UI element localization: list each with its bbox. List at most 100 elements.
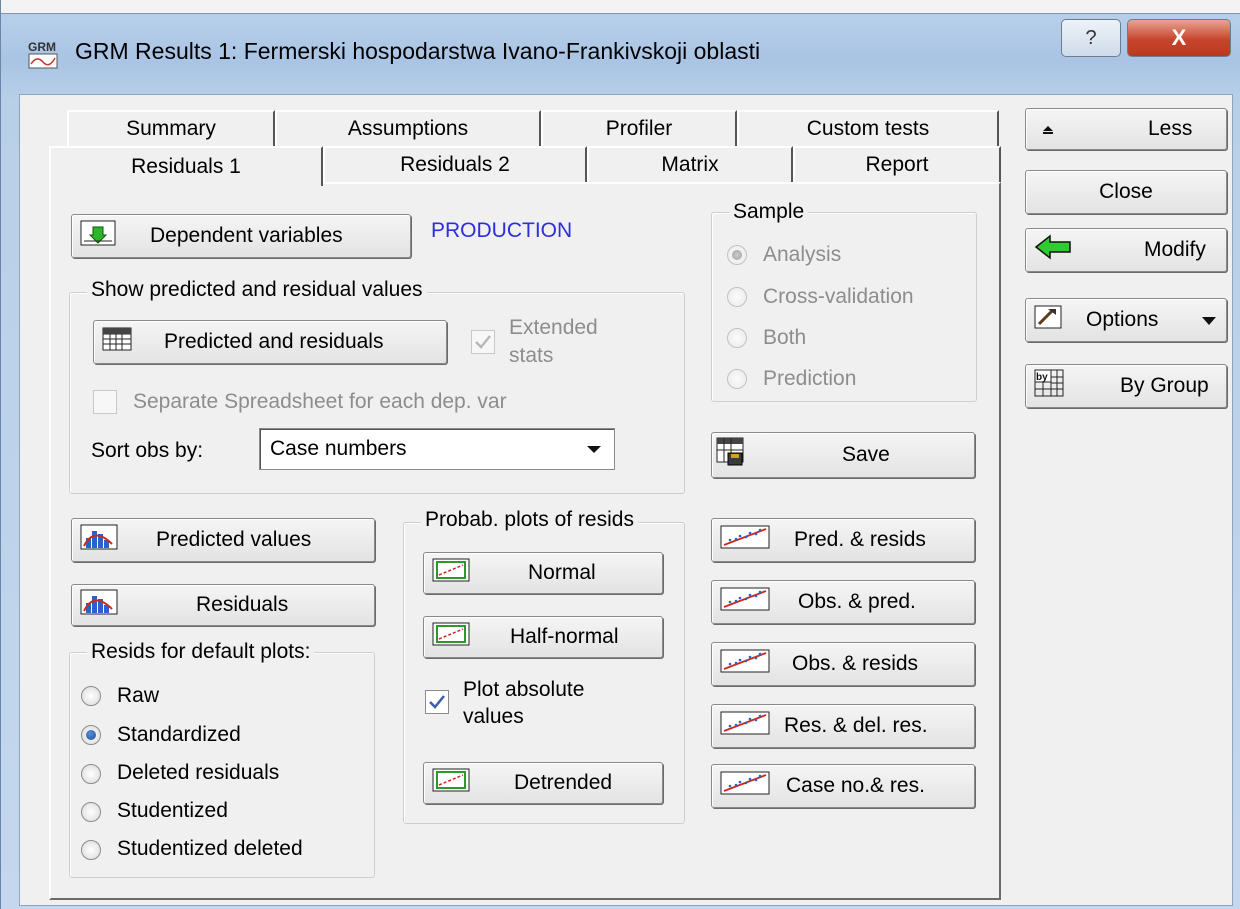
- obs-pred-scatter-button[interactable]: Obs. & pred.: [711, 580, 975, 624]
- dialog-window: GRM GRM Results 1: Fermerski hospodarstw…: [0, 0, 1240, 909]
- probability-plot-icon: [432, 558, 470, 588]
- options-button[interactable]: Options: [1025, 298, 1227, 342]
- obs-resids-label: Obs. & resids: [792, 652, 919, 675]
- save-label: Save: [842, 443, 890, 466]
- extended-stats-checkbox[interactable]: [471, 330, 495, 354]
- spreadsheet-icon: [102, 327, 132, 357]
- plot-absolute-checkbox[interactable]: [425, 690, 449, 714]
- resid-raw-label: Raw: [117, 684, 160, 707]
- tab-label: Residuals 2: [400, 153, 510, 176]
- extended-stats-label-2: stats: [509, 344, 554, 367]
- resid-studentized-deleted-radio[interactable]: [81, 840, 101, 860]
- checkmark-icon: [429, 695, 445, 709]
- sample-prediction-radio[interactable]: [727, 369, 747, 389]
- sort-obs-value: Case numbers: [270, 437, 407, 460]
- dependent-variables-button[interactable]: Dependent variables: [71, 214, 411, 258]
- dependent-variables-label: Dependent variables: [150, 224, 343, 247]
- detrended-plot-label: Detrended: [514, 771, 613, 794]
- tab-report[interactable]: Report: [793, 146, 1001, 182]
- tab-label: Residuals 1: [131, 155, 241, 178]
- normal-plot-label: Normal: [528, 561, 596, 584]
- residuals-label: Residuals: [196, 593, 289, 616]
- window-title: GRM Results 1: Fermerski hospodarstwa Iv…: [75, 38, 761, 64]
- save-button[interactable]: Save: [711, 432, 975, 478]
- histogram-icon: [80, 589, 118, 621]
- detrended-plot-button[interactable]: Detrended: [423, 762, 663, 804]
- help-button[interactable]: ?: [1061, 19, 1121, 57]
- tab-custom-tests[interactable]: Custom tests: [737, 110, 999, 146]
- grm-app-icon: GRM: [27, 38, 61, 72]
- case-no-res-scatter-button[interactable]: Case no.& res.: [711, 764, 975, 808]
- resid-studentized-radio[interactable]: [81, 802, 101, 822]
- normal-plot-button[interactable]: Normal: [423, 552, 663, 594]
- residuals-histogram-button[interactable]: Residuals: [71, 584, 375, 626]
- predicted-values-button[interactable]: Predicted values: [71, 518, 375, 562]
- close-button[interactable]: Close: [1025, 170, 1227, 214]
- plot-absolute-label-2: values: [463, 705, 524, 728]
- probability-plot-icon: [432, 622, 470, 652]
- variables-icon: [80, 220, 116, 252]
- tab-residuals-1[interactable]: Residuals 1: [49, 146, 323, 186]
- close-icon: X: [1171, 25, 1187, 50]
- svg-text:by: by: [1036, 372, 1048, 383]
- tab-matrix[interactable]: Matrix: [587, 146, 793, 182]
- tab-residuals-2[interactable]: Residuals 2: [323, 146, 587, 182]
- tab-profiler[interactable]: Profiler: [541, 110, 737, 146]
- resid-deleted-label: Deleted residuals: [117, 761, 280, 784]
- prob-plots-legend: Probab. plots of resids: [421, 508, 638, 532]
- res-del-res-scatter-button[interactable]: Res. & del. res.: [711, 704, 975, 748]
- close-label: Close: [1099, 180, 1153, 203]
- help-icon: ?: [1085, 26, 1097, 49]
- by-group-label: By Group: [1120, 374, 1209, 397]
- chevron-down-icon: [1202, 317, 1216, 325]
- obs-pred-label: Obs. & pred.: [798, 590, 916, 613]
- resid-studentized-deleted-label: Studentized deleted: [117, 837, 303, 860]
- background-window-strip: [1, 0, 1240, 14]
- scatterplot-icon: [720, 525, 770, 555]
- title-bar[interactable]: GRM GRM Results 1: Fermerski hospodarstw…: [15, 26, 1015, 78]
- probability-plot-icon: [432, 768, 470, 798]
- half-normal-plot-button[interactable]: Half-normal: [423, 616, 663, 658]
- options-label: Options: [1086, 308, 1159, 331]
- sample-both-label: Both: [763, 326, 807, 349]
- pred-resids-scatter-button[interactable]: Pred. & resids: [711, 518, 975, 562]
- by-group-icon: by: [1034, 369, 1064, 403]
- obs-resids-scatter-button[interactable]: Obs. & resids: [711, 642, 975, 686]
- modify-button[interactable]: Modify: [1025, 228, 1227, 272]
- back-arrow-icon: [1034, 234, 1072, 266]
- dependent-variable-value: PRODUCTION: [431, 219, 573, 242]
- pred-resids-label: Pred. & resids: [794, 528, 926, 551]
- tab-label: Assumptions: [347, 117, 469, 140]
- sort-obs-select[interactable]: Case numbers: [259, 428, 615, 470]
- tab-label: Report: [865, 153, 929, 176]
- tab-label: Custom tests: [806, 117, 930, 140]
- resid-standardized-radio[interactable]: [81, 725, 101, 745]
- sample-both-radio[interactable]: [727, 328, 747, 348]
- sample-analysis-radio[interactable]: [727, 245, 747, 265]
- plot-absolute-label-1: Plot absolute: [463, 678, 585, 701]
- tab-label: Profiler: [605, 117, 673, 140]
- sample-legend: Sample: [729, 200, 809, 224]
- checkmark-icon: [475, 335, 491, 349]
- separate-spreadsheet-checkbox[interactable]: [93, 390, 117, 414]
- app-icon-label: GRM: [28, 40, 56, 54]
- tab-summary[interactable]: Summary: [67, 110, 275, 146]
- scatterplot-icon: [720, 649, 770, 679]
- less-button[interactable]: Less: [1025, 108, 1227, 150]
- by-group-button[interactable]: by By Group: [1025, 364, 1227, 408]
- resid-studentized-label: Studentized: [117, 799, 228, 822]
- resid-deleted-radio[interactable]: [81, 764, 101, 784]
- window-close-button[interactable]: X: [1127, 19, 1231, 57]
- resid-standardized-label: Standardized: [117, 723, 241, 746]
- predicted-and-residuals-button[interactable]: Predicted and residuals: [93, 320, 447, 364]
- scatterplot-icon: [720, 587, 770, 617]
- sample-cross-validation-radio[interactable]: [727, 287, 747, 307]
- tab-assumptions[interactable]: Assumptions: [275, 110, 541, 146]
- resid-raw-radio[interactable]: [81, 686, 101, 706]
- scatterplot-icon: [720, 711, 770, 741]
- less-label: Less: [1148, 117, 1193, 140]
- predicted-values-label: Predicted values: [156, 528, 312, 551]
- tab-label: Summary: [126, 117, 216, 140]
- tab-label: Matrix: [661, 153, 719, 176]
- sort-obs-label: Sort obs by:: [91, 439, 204, 462]
